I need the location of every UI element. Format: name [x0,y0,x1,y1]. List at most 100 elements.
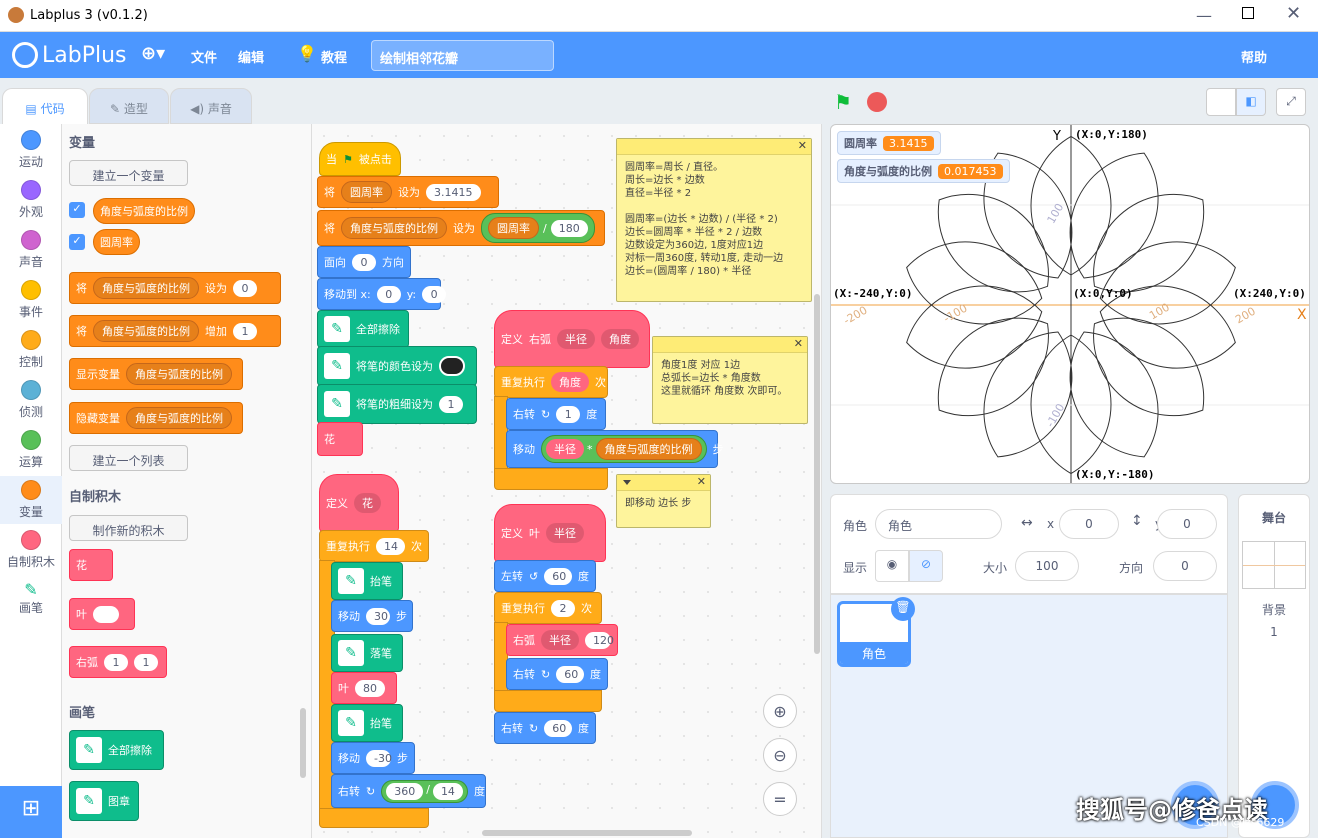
move-block[interactable]: 移动 半径 * 角度与弧度的比例步 [506,430,724,468]
category-variables[interactable]: 变量 [0,476,62,524]
code-workspace[interactable]: 当 ⚑ 被点击 将圆周率 设为 3.1415 将角度与弧度的比例 设为 圆周率/180 面向… [312,124,822,838]
value-input[interactable]: 60 [544,719,572,737]
turn-left-block[interactable]: 左转 ↺ 60 度 [494,560,596,592]
define-leaf-block[interactable]: 定义叶半径 [494,504,606,562]
turn-right-block[interactable]: 右转 ↻ 60 度 [506,658,608,690]
variable-dropdown[interactable]: 角度与弧度的比例 [126,407,232,429]
value-input[interactable] [93,605,119,623]
x-input[interactable]: 0 [1059,509,1119,539]
value-input[interactable]: 2 [551,599,575,617]
project-title-input[interactable]: 绘制相邻花瓣 [371,40,554,71]
move-block[interactable]: 移动 -30 步 [331,742,415,774]
value-input[interactable]: 80 [355,679,385,697]
checkbox-var1[interactable]: ✓ [69,202,85,218]
globe-icon[interactable]: ⊕▾ [141,43,165,64]
ratio-reporter[interactable]: 角度与弧度的比例 [595,438,702,460]
tab-sound[interactable]: ◀) 声音 [170,88,252,124]
change-variable-block[interactable]: 将角度与弧度的比例 增加 1 [69,315,281,347]
divide-operator[interactable]: 360/14 [381,779,468,803]
variable-dropdown[interactable]: 圆周率 [341,181,392,203]
add-extension-button[interactable]: ⊞ [0,786,62,838]
comment-note[interactable]: ✕ 圆周率=周长 / 直径。 周长=边长 * 边数 直径=半径 * 2 圆周率=(… [616,138,812,302]
zoom-reset-button[interactable]: = [763,782,797,816]
flower-block[interactable]: 花 [69,549,113,581]
close-icon[interactable]: ✕ [798,139,807,152]
category-pen[interactable]: ✎ 画笔 [0,580,62,616]
size-input[interactable]: 100 [1015,551,1079,581]
repeat-block[interactable]: 重复执行 14 次 [319,530,429,562]
direction-input[interactable]: 0 [1153,551,1217,581]
category-sensing[interactable]: 侦测 [0,380,62,420]
repeat-block[interactable]: 重复执行 2 次 [494,592,602,624]
workspace-scrollbar[interactable] [814,294,820,654]
tab-code[interactable]: ▤ 代码 [2,88,88,124]
pen-down-block[interactable]: ✎ 落笔 [331,634,403,672]
value-input[interactable]: 0 [422,285,447,303]
make-block-button[interactable]: 制作新的积木 [69,515,188,541]
checkbox-var2[interactable]: ✓ [69,234,85,250]
goto-xy-block[interactable]: 移动到 x: 0 y: 0 [317,278,447,310]
value-input[interactable]: 0 [233,279,257,297]
minimize-button[interactable]: — [1196,6,1212,25]
value-input[interactable]: 14 [432,782,463,800]
call-arc-block[interactable]: 右弧 半径 120 [506,624,618,656]
menu-edit[interactable]: 编辑 [238,47,264,66]
set-pi-block[interactable]: 将圆周率 设为 3.1415 [317,176,499,208]
category-looks[interactable]: 外观 [0,180,62,220]
stage[interactable]: 圆周率 3.1415 角度与弧度的比例 0.017453 Y X (X:0,Y:18… [830,124,1310,484]
category-control[interactable]: 控制 [0,330,62,370]
show-visible-button[interactable]: ◉ [875,550,909,582]
labplus-logo[interactable]: LabPlus [12,42,127,68]
show-hidden-button[interactable]: ⊘ [909,550,943,582]
turn-right-block[interactable]: 右转 ↻ 1 度 [506,398,606,430]
close-icon[interactable]: ✕ [697,475,706,488]
category-myblocks[interactable]: 自制积木 [0,530,62,570]
close-button[interactable]: ✕ [1286,3,1301,24]
stage-thumbnail[interactable] [1242,541,1306,589]
value-input[interactable]: 0 [352,253,376,271]
param-angle[interactable]: 角度 [601,329,639,349]
variable-monitor[interactable]: 角度与弧度的比例 0.017453 [837,159,1010,183]
color-swatch[interactable] [439,356,465,376]
stop-button[interactable] [867,92,887,112]
set-pen-color-block[interactable]: ✎ 将笔的颜色设为 [317,346,477,386]
category-sound[interactable]: 声音 [0,230,62,270]
define-arc-block[interactable]: 定义 右弧 半径 角度 [494,310,650,368]
variable-dropdown[interactable]: 角度与弧度的比例 [126,363,232,385]
pen-clear-block[interactable]: ✎ 全部擦除 [69,730,164,770]
point-direction-block[interactable]: 面向 0 方向 [317,246,411,278]
menu-help[interactable]: 帮助 [1241,47,1267,66]
workspace-hscrollbar[interactable] [482,830,692,836]
close-icon[interactable]: ✕ [794,337,803,350]
value-input[interactable]: 120 [585,631,614,649]
menu-tutorial[interactable]: 教程 [321,47,347,66]
zoom-in-button[interactable]: ⊕ [763,694,797,728]
show-variable-block[interactable]: 显示变量 角度与弧度的比例 [69,358,243,390]
value-input[interactable]: -30 [366,749,392,767]
value-input[interactable]: 1 [556,405,581,423]
palette-scrollbar[interactable] [300,708,306,778]
make-list-button[interactable]: 建立一个列表 [69,445,188,471]
variable-monitor[interactable]: 圆周率 3.1415 [837,131,941,155]
variable-dropdown[interactable]: 角度与弧度的比例 [341,217,447,239]
value-input[interactable]: 60 [556,665,584,683]
sprite-name-input[interactable]: 角色 [875,509,1002,539]
param-angle[interactable]: 角度 [551,372,589,392]
variable-dropdown[interactable]: 角度与弧度的比例 [93,277,199,299]
small-stage-button[interactable] [1206,88,1236,116]
value-input[interactable]: 3.1415 [426,183,481,201]
move-block[interactable]: 移动 30 步 [331,600,413,632]
value-input[interactable]: 60 [544,567,572,585]
delete-icon[interactable]: 🗑 [891,597,915,621]
stage-panel[interactable]: 舞台 背景 1 [1238,494,1310,838]
pen-up-block[interactable]: ✎ 抬笔 [331,704,403,742]
pen-up-block[interactable]: ✎ 抬笔 [331,562,403,600]
value-input[interactable]: 1 [439,395,463,413]
menu-file[interactable]: 文件 [191,47,217,66]
tab-costume[interactable]: ✎ 造型 [89,88,169,124]
when-flag-clicked-block[interactable]: 当 ⚑ 被点击 [319,142,401,176]
category-events[interactable]: 事件 [0,280,62,320]
comment-note[interactable]: ✕ 角度1度 对应 1边 总弧长=边长 * 角度数 这里就循环 角度数 次即可。 [652,336,808,424]
leaf-block[interactable]: 叶 [69,598,135,630]
category-operators[interactable]: 运算 [0,430,62,470]
